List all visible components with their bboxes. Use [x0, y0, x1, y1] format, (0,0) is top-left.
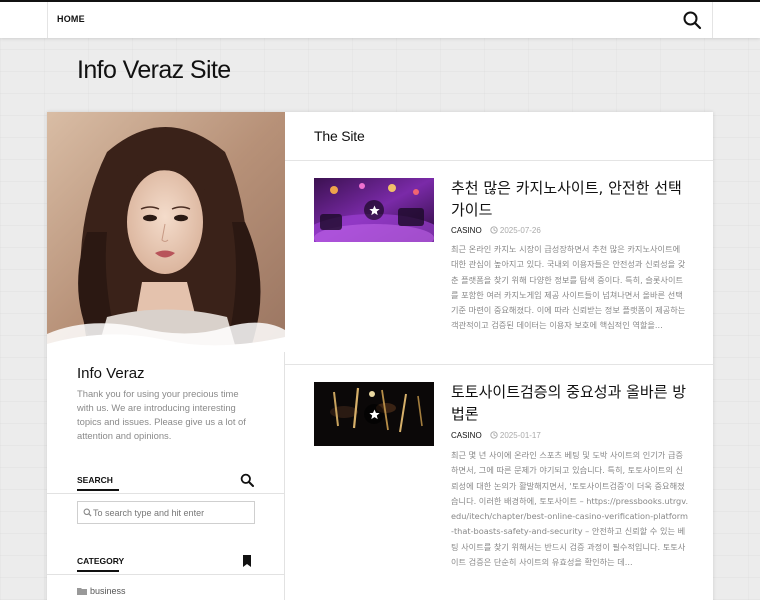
search-widget-title: SEARCH	[77, 475, 113, 485]
nav-home-link[interactable]: HOME	[57, 14, 85, 24]
profile-name: Info Veraz	[77, 365, 145, 382]
heading-underline	[77, 570, 119, 572]
post-date-wrap: 2025-01-17	[490, 431, 541, 440]
profile-bio: Thank you for using your precious time w…	[77, 388, 246, 441]
post-category[interactable]: CASINO	[451, 226, 482, 235]
clock-icon	[490, 431, 498, 439]
sidebar: Info Veraz Thank you for using your prec…	[47, 112, 285, 600]
post-excerpt: 최근 온라인 카지노 시장이 급성장하면서 추천 많은 카지노사이트에 대한 관…	[451, 244, 686, 331]
posts-section: The Site 추천 많은 카지노사이트, 안전한 선택 가이드 CASINO…	[285, 112, 713, 600]
folder-icon	[77, 588, 87, 595]
post-title[interactable]: 추천 많은 카지노사이트, 안전한 선택 가이드	[451, 177, 691, 221]
top-navigation: HOME	[0, 0, 760, 38]
divider	[47, 493, 285, 494]
heading-underline	[77, 489, 119, 491]
bookmark-icon	[240, 553, 254, 567]
clock-icon	[490, 226, 498, 234]
top-navigation-inner: HOME	[47, 2, 713, 38]
sidebar-search-input[interactable]	[93, 504, 251, 521]
featured-star-icon	[364, 200, 384, 220]
post-title[interactable]: 토토사이트검증의 중요성과 올바른 방법론	[451, 381, 691, 425]
post-item: 추천 많은 카지노사이트, 안전한 선택 가이드 CASINO 2025-07-…	[285, 160, 713, 364]
profile-image	[47, 112, 285, 352]
post-date-wrap: 2025-07-26	[490, 226, 541, 235]
post-category[interactable]: CASINO	[451, 431, 482, 440]
post-meta: CASINO 2025-01-17	[451, 431, 541, 440]
post-thumbnail[interactable]	[314, 178, 434, 242]
search-icon[interactable]	[682, 10, 702, 30]
search-icon	[83, 508, 92, 517]
post-date: 2025-07-26	[499, 226, 541, 235]
post-date: 2025-01-17	[499, 431, 541, 440]
site-title[interactable]: Info Veraz Site	[77, 56, 231, 85]
category-widget-title: CATEGORY	[77, 556, 125, 566]
search-icon	[240, 472, 254, 487]
search-widget-heading: SEARCH	[77, 475, 257, 491]
category-item-business[interactable]: business	[77, 586, 126, 596]
divider	[47, 574, 285, 575]
post-excerpt: 최근 몇 년 사이에 온라인 스포츠 베팅 및 도박 사이트의 인기가 급증하면…	[451, 450, 689, 568]
featured-star-icon	[364, 404, 384, 424]
main-container: Info Veraz Thank you for using your prec…	[47, 112, 713, 600]
section-title: The Site	[314, 128, 365, 144]
post-thumbnail[interactable]	[314, 382, 434, 446]
sidebar-search-field[interactable]	[77, 501, 255, 524]
post-meta: CASINO 2025-07-26	[451, 226, 541, 235]
category-item-label: business	[90, 586, 126, 596]
post-item: 토토사이트검증의 중요성과 올바른 방법론 CASINO 2025-01-17 …	[285, 364, 713, 600]
category-widget-heading: CATEGORY	[77, 556, 257, 572]
